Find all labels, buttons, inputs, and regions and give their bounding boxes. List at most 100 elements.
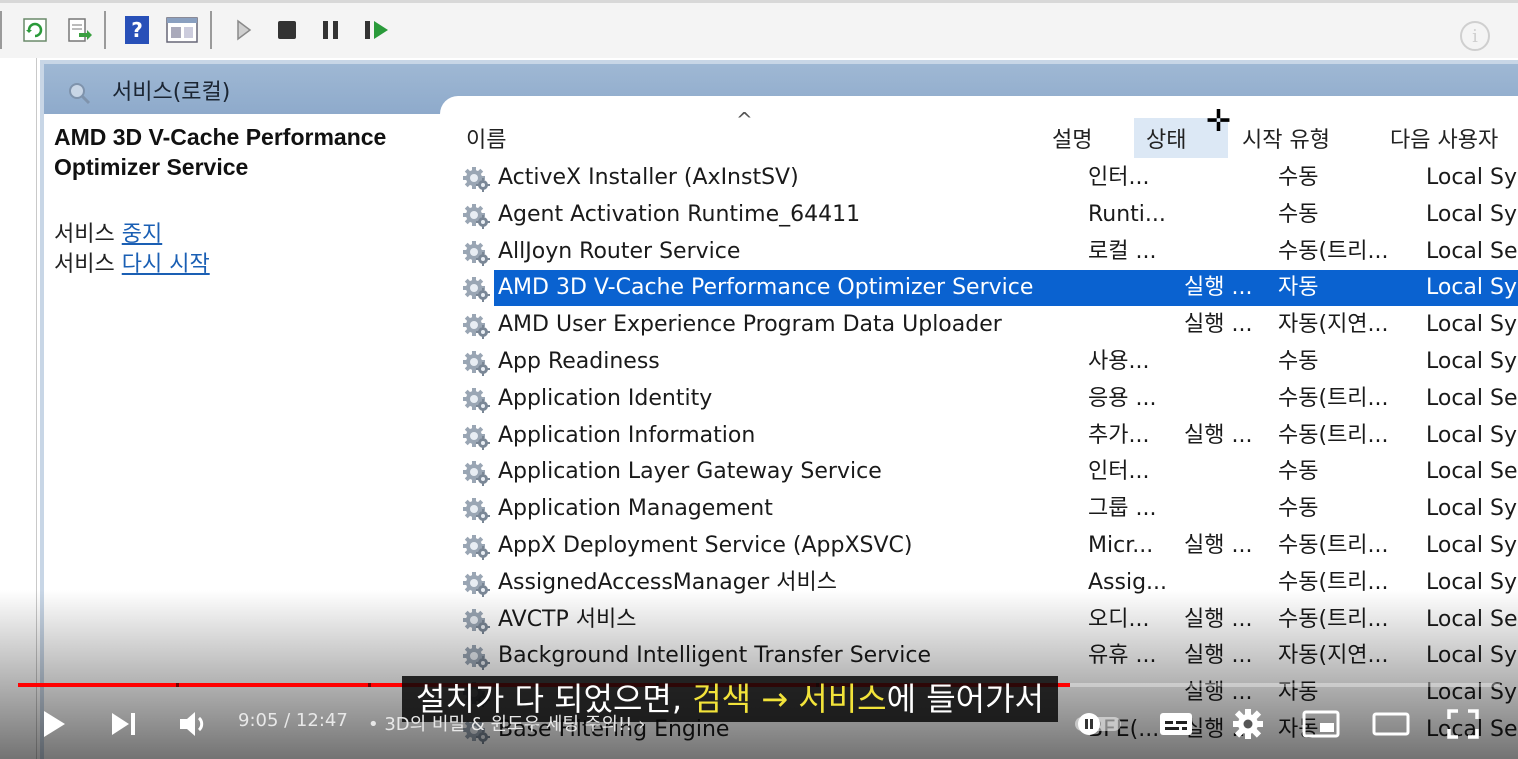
service-startup-type: 수동(트리... — [1278, 422, 1389, 448]
service-description: 응용 ... — [1088, 385, 1157, 411]
service-gear-icon — [462, 274, 492, 304]
stop-service-button[interactable] — [272, 13, 302, 47]
service-log-on-as: Local System — [1426, 496, 1518, 522]
service-log-on-as: Local Service — [1426, 238, 1518, 264]
service-description: 그룹 ... — [1088, 496, 1157, 522]
service-name: AllJoyn Router Service — [498, 238, 741, 264]
column-header-log-on-as[interactable]: 다음 사용자 — [1390, 118, 1518, 158]
help-button[interactable]: ? — [122, 13, 152, 47]
service-name: ActiveX Installer (AxInstSV) — [498, 165, 799, 190]
service-row[interactable]: Application Information 추가... 실행 ... 수동(트리.… — [458, 418, 1518, 454]
service-description: 인터... — [1088, 459, 1150, 485]
service-gear-icon — [462, 458, 492, 488]
action-stop: 서비스 중지 — [54, 216, 162, 248]
export-list-button[interactable] — [62, 13, 96, 47]
service-row[interactable]: ActiveX Installer (AxInstSV) 인터... 수동 Local… — [458, 160, 1518, 196]
service-name-cell: Application Information 추가... 실행 ... 수동(트리.… — [494, 418, 1518, 454]
restart-service-button[interactable] — [360, 13, 394, 47]
service-row[interactable]: AppX Deployment Service (AppXSVC) Micr...… — [458, 528, 1518, 564]
service-gear-icon — [462, 495, 492, 525]
service-gear-icon — [462, 164, 492, 194]
service-log-on-as: Local System — [1426, 275, 1518, 301]
subtitles-icon — [1160, 713, 1192, 735]
service-name: Application Information — [498, 422, 756, 448]
restart-icon — [365, 21, 388, 39]
service-name-cell: Application Layer Gateway Service 인터... 수동… — [494, 454, 1518, 490]
settings-button[interactable] — [1226, 704, 1270, 744]
service-log-on-as: Local System — [1426, 349, 1518, 374]
column-header-description[interactable]: 설명 — [1052, 118, 1132, 158]
service-status — [1184, 197, 1272, 233]
action-restart: 서비스 다시 시작 — [54, 246, 210, 278]
player-gradient — [0, 590, 1518, 759]
autoplay-toggle[interactable] — [1070, 704, 1126, 744]
chapter-marker — [368, 683, 371, 687]
service-log-on-as: Local System — [1426, 312, 1518, 338]
service-startup-type: 수동(트리... — [1278, 385, 1389, 411]
restart-service-link[interactable]: 다시 시작 — [122, 252, 210, 277]
service-row[interactable]: Application Layer Gateway Service 인터... 수동… — [458, 454, 1518, 490]
chapter-title[interactable]: • 3D의 비밀 & 윈도우 세팅 주의!! › — [368, 710, 645, 736]
service-name: Application Management — [498, 496, 773, 522]
mmc-toolbar: ? i — [0, 0, 1518, 58]
toolbar-separator — [210, 11, 212, 49]
caption-part: 에 들어가서 — [886, 680, 1044, 718]
service-name-cell: AMD User Experience Program Data Uploade… — [494, 307, 1518, 343]
service-description: 추가... — [1088, 422, 1150, 448]
service-name-cell: Application Identity 응용 ... 수동(트리... Local … — [494, 381, 1518, 417]
volume-icon — [180, 712, 204, 736]
toolbar-separator — [104, 11, 106, 49]
play-button[interactable] — [34, 704, 74, 744]
resize-cursor-icon: ✛ — [1206, 104, 1232, 139]
service-startup-type: 수동 — [1278, 349, 1319, 374]
next-button[interactable] — [104, 704, 144, 744]
service-gear-icon — [462, 238, 492, 268]
miniplayer-button[interactable] — [1298, 704, 1344, 744]
service-row[interactable]: Agent Activation Runtime_64411 Runti... 수동… — [458, 197, 1518, 233]
service-description — [1088, 270, 1180, 306]
next-icon — [112, 713, 135, 735]
service-startup-type: 수동(트리... — [1278, 238, 1389, 264]
service-startup-type: 자동(지연... — [1278, 312, 1389, 338]
selected-service-title: AMD 3D V-Cache Performance Optimizer Ser… — [54, 124, 387, 180]
subtitles-button[interactable] — [1154, 704, 1198, 744]
service-row[interactable]: AMD 3D V-Cache Performance Optimizer Ser… — [458, 270, 1518, 307]
service-name: Application Layer Gateway Service — [498, 459, 882, 485]
miniplayer-icon — [1302, 710, 1340, 738]
service-name-cell: App Readiness 사용... 수동 Local System — [494, 344, 1518, 380]
stop-icon — [278, 21, 296, 39]
refresh-button[interactable] — [18, 13, 52, 47]
show-hide-action-pane-button[interactable] — [164, 13, 200, 47]
service-startup-type: 자동 — [1278, 275, 1319, 301]
info-icon[interactable]: i — [1460, 21, 1490, 51]
service-name-cell: Application Management 그룹 ... 수동 Local Syst… — [494, 491, 1518, 527]
start-service-button[interactable] — [230, 13, 258, 47]
service-startup-type: 수동 — [1278, 165, 1319, 190]
volume-button[interactable] — [172, 704, 216, 744]
service-row[interactable]: Application Identity 응용 ... 수동(트리... Local … — [458, 381, 1518, 417]
service-gear-icon — [462, 348, 492, 378]
service-description: Micr... — [1088, 533, 1154, 558]
theater-mode-button[interactable] — [1368, 704, 1414, 744]
service-description: Runti... — [1088, 201, 1166, 227]
stop-service-link[interactable]: 중지 — [122, 222, 162, 247]
service-name: AMD User Experience Program Data Uploade… — [498, 312, 1002, 338]
service-name-cell: AppX Deployment Service (AppXSVC) Micr...… — [494, 528, 1518, 564]
export-list-icon — [68, 18, 92, 42]
service-log-on-as: Local Service — [1426, 385, 1518, 411]
svg-text:?: ? — [131, 18, 143, 42]
service-row[interactable]: AllJoyn Router Service 로컬 ... 수동(트리... Loca… — [458, 234, 1518, 270]
fullscreen-button[interactable] — [1440, 704, 1486, 744]
service-name-cell: Agent Activation Runtime_64411 Runti... 수동… — [494, 197, 1518, 233]
service-status — [1184, 160, 1272, 196]
service-log-on-as: Local System — [1426, 422, 1518, 448]
search-services-icon — [69, 83, 91, 105]
column-header-startup-type[interactable]: 시작 유형 — [1242, 118, 1382, 158]
service-row[interactable]: App Readiness 사용... 수동 Local System — [458, 344, 1518, 380]
service-log-on-as: Local System — [1426, 533, 1518, 558]
service-row[interactable]: AMD User Experience Program Data Uploade… — [458, 307, 1518, 343]
pause-service-button[interactable] — [316, 13, 346, 47]
fullscreen-icon — [1447, 709, 1479, 739]
service-startup-type: 수동(트리... — [1278, 533, 1389, 558]
service-row[interactable]: Application Management 그룹 ... 수동 Local Syst… — [458, 491, 1518, 527]
